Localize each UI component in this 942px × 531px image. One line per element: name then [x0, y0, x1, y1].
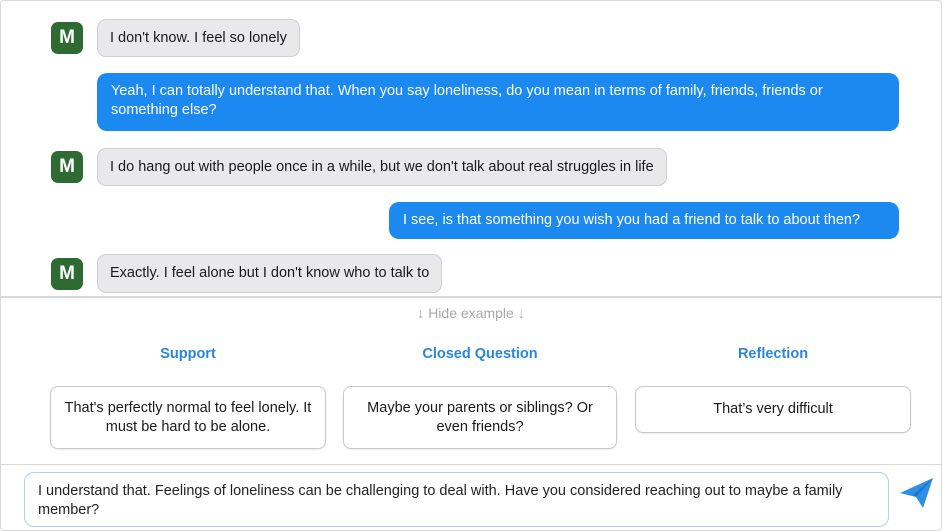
client-message: Exactly. I feel alone but I don't know w…	[97, 254, 443, 293]
counselor-message: I see, is that something you wish you ha…	[389, 202, 899, 239]
suggestion-card-support[interactable]: That's perfectly normal to feel lonely. …	[50, 386, 326, 449]
suggestion-card-reflection[interactable]: That’s very difficult	[635, 386, 911, 433]
client-message: I don't know. I feel so lonely	[97, 19, 300, 57]
send-button[interactable]	[897, 474, 935, 512]
client-avatar: M	[51, 258, 83, 290]
hide-example-label: Hide example	[428, 305, 514, 321]
message-input[interactable]: I understand that. Feelings of lonelines…	[24, 472, 889, 527]
arrow-down-icon: ↓	[417, 305, 425, 321]
chat-divider	[0, 296, 942, 298]
suggestion-text: That’s very difficult	[713, 401, 833, 417]
paper-plane-icon	[900, 478, 933, 508]
composer-divider	[0, 464, 942, 465]
strategy-title-closed-question: Closed Question	[422, 346, 538, 362]
chat-history[interactable]: M I don't know. I feel so lonely Yeah, I…	[0, 0, 942, 296]
counselor-message: Yeah, I can totally understand that. Whe…	[97, 73, 899, 131]
client-message: I do hang out with people once in a whil…	[97, 148, 667, 186]
strategy-title-reflection: Reflection	[737, 346, 809, 362]
suggestion-card-closed-question[interactable]: Maybe your parents or siblings? Or even …	[343, 386, 617, 449]
client-avatar: M	[51, 22, 83, 54]
suggestion-text: That's perfectly normal to feel lonely. …	[64, 399, 312, 435]
client-avatar: M	[51, 151, 83, 183]
hide-example-toggle[interactable]: ↓ Hide example ↓	[0, 305, 942, 321]
suggestion-text: Maybe your parents or siblings? Or even …	[367, 399, 593, 435]
strategy-title-support: Support	[160, 346, 216, 362]
arrow-down-icon: ↓	[517, 305, 525, 321]
